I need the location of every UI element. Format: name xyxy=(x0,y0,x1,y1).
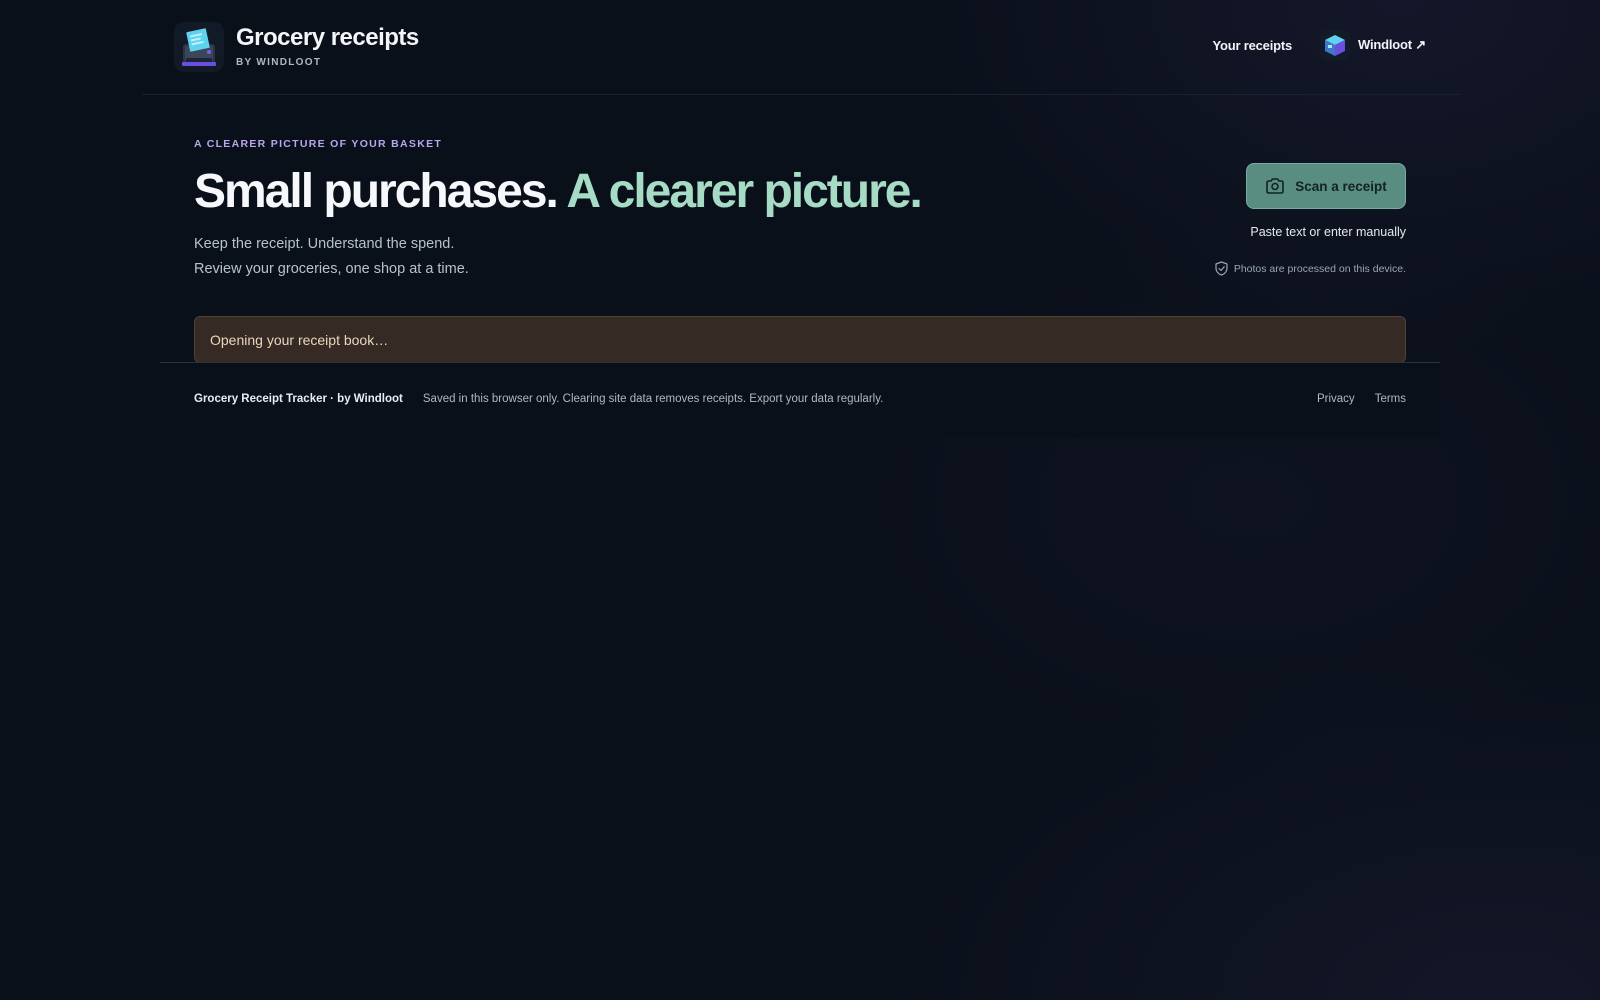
shield-check-icon xyxy=(1215,261,1228,276)
hero-section: A CLEARER PICTURE OF YOUR BASKET Small p… xyxy=(194,138,1406,282)
camera-icon xyxy=(1266,178,1285,194)
hero-eyebrow: A CLEARER PICTURE OF YOUR BASKET xyxy=(194,138,443,150)
loading-banner: Opening your receipt book… xyxy=(194,316,1406,363)
top-nav: Your receipts Windloot ↗ xyxy=(1212,30,1426,60)
hero-headline-accent: A clearer picture. xyxy=(566,165,922,218)
site-header: Grocery receipts BY WINDLOOT Your receip… xyxy=(142,0,1460,95)
hero-headline-main: Small purchases. xyxy=(194,165,559,218)
footer-storage-note: Saved in this browser only. Clearing sit… xyxy=(422,393,884,405)
footer-privacy-link[interactable]: Privacy xyxy=(1317,393,1355,405)
loading-text: Opening your receipt book… xyxy=(210,331,389,348)
footer-brand: Grocery Receipt Tracker · by Windloot xyxy=(194,393,403,405)
scan-receipt-label: Scan a receipt xyxy=(1295,178,1387,194)
windloot-cube-icon xyxy=(1320,30,1351,60)
brand[interactable]: Grocery receipts BY WINDLOOT xyxy=(174,22,419,72)
hero-actions: Scan a receipt Paste text or enter manua… xyxy=(1215,163,1406,276)
footer-terms-link[interactable]: Terms xyxy=(1375,393,1406,405)
scan-receipt-button[interactable]: Scan a receipt xyxy=(1246,163,1406,209)
privacy-note-text: Photos are processed on this device. xyxy=(1233,262,1406,275)
receipt-printer-icon xyxy=(174,22,224,72)
nav-windloot[interactable]: Windloot ↗ xyxy=(1320,30,1426,60)
nav-your-receipts[interactable]: Your receipts xyxy=(1212,38,1292,53)
app-title: Grocery receipts xyxy=(236,24,419,51)
manual-entry-link[interactable]: Paste text or enter manually xyxy=(1250,225,1406,239)
footer-links: Privacy Terms xyxy=(1297,393,1406,405)
site-footer: Grocery Receipt Tracker · by Windloot Sa… xyxy=(160,362,1440,437)
privacy-note: Photos are processed on this device. xyxy=(1215,261,1406,276)
nav-windloot-label: Windloot ↗ xyxy=(1358,37,1426,52)
app-byline: BY WINDLOOT xyxy=(236,57,322,68)
